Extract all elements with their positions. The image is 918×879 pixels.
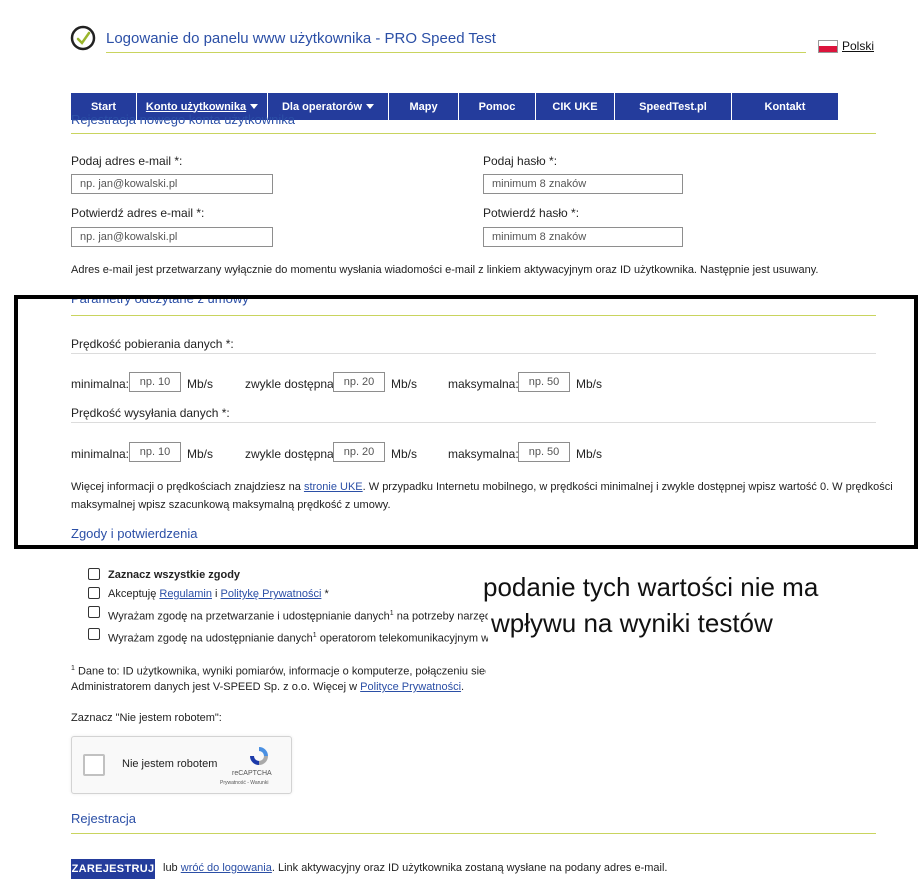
footnote-text2: Administratorem danych jest V-SPEED Sp. … xyxy=(71,681,361,693)
consent-sharing-label: Wyrażam zgodę na udostępnianie danych1 o… xyxy=(108,629,488,646)
select-all-checkbox[interactable] xyxy=(88,568,100,580)
nav-item-help[interactable]: Pomoc xyxy=(459,93,536,120)
consent-processing-label: Wyrażam zgodę na przetwarzanie i udostęp… xyxy=(108,607,488,624)
consent-sharing-checkbox[interactable] xyxy=(88,628,100,640)
submit-section-title: Rejestracja xyxy=(71,811,137,826)
footnote-line1: 1 Dane to: ID użytkownika, wyniki pomiar… xyxy=(71,662,486,679)
registration-page: Logowanie do panelu www użytkownika - PR… xyxy=(0,0,918,879)
nav-item-maps[interactable]: Mapy xyxy=(389,93,459,120)
registration-section-title: Rejestracja nowego konta użytkownika xyxy=(71,112,296,127)
highlight-frame xyxy=(14,295,918,549)
back-to-login-link[interactable]: wróć do logowania xyxy=(181,862,272,874)
password-field[interactable] xyxy=(483,174,683,194)
consent2-prefix: Wyrażam zgodę na udostępnianie danych xyxy=(108,632,313,645)
email-confirm-label: Potwierdź adres e-mail *: xyxy=(71,206,205,220)
select-all-label: Zaznacz wszystkie zgody xyxy=(108,569,241,581)
consent1-prefix: Wyrażam zgodę na przetwarzanie i udostęp… xyxy=(108,610,390,623)
footnote-text1: Dane to: ID użytkownika, wyniki pomiarów… xyxy=(74,665,486,678)
consent2-suffix: operatorom telekomunikacyjnym w cel xyxy=(316,632,488,645)
footnote-line2: Administratorem danych jest V-SPEED Sp. … xyxy=(71,681,464,694)
accept-prefix: Akceptuję xyxy=(108,588,160,600)
recaptcha-logo-icon xyxy=(248,745,270,767)
password-confirm-label: Potwierdź hasło *: xyxy=(483,206,580,220)
privacy-policy-footnote-link[interactable]: Polityce Prywatności xyxy=(360,681,461,693)
section-rule xyxy=(71,133,876,134)
recaptcha-label: Nie jestem robotem xyxy=(122,758,218,770)
nav-item-speedtest[interactable]: SpeedTest.pl xyxy=(615,93,732,120)
password-confirm-field[interactable] xyxy=(483,227,683,247)
submit-or: lub xyxy=(163,862,181,874)
email-field[interactable] xyxy=(71,174,273,194)
password-label: Podaj hasło *: xyxy=(483,154,558,168)
accept-suffix: * xyxy=(321,588,329,600)
register-button[interactable]: ZAREJESTRUJ xyxy=(71,859,155,879)
recaptcha-brand: reCAPTCHA xyxy=(232,770,272,777)
footnote-end: . xyxy=(461,681,465,693)
annotation-line2: wpływu na wyniki testów xyxy=(491,608,773,638)
chevron-down-icon xyxy=(366,104,375,109)
chevron-down-icon xyxy=(250,104,259,109)
header-rule xyxy=(106,52,806,53)
captcha-prompt: Zaznacz "Nie jestem robotem": xyxy=(71,712,222,724)
privacy-policy-link[interactable]: Politykę Prywatności xyxy=(221,588,322,600)
speedometer-logo-icon xyxy=(70,25,96,51)
consent-processing-checkbox[interactable] xyxy=(88,606,100,618)
consent1-suffix: na potrzeby narzędzia xyxy=(396,610,488,623)
annotation-line1: podanie tych wartości nie ma xyxy=(483,572,819,602)
submit-note-text: . Link aktywacyjny oraz ID użytkownika z… xyxy=(271,862,668,874)
accept-terms-checkbox[interactable] xyxy=(88,587,100,599)
recaptcha-terms[interactable]: Prywatność - Warunki xyxy=(220,780,268,786)
submit-note: lub wróć do logowania. Link aktywacyjny … xyxy=(163,862,667,875)
email-note: Adres e-mail jest przetwarzany wyłącznie… xyxy=(71,264,819,276)
nav-item-contact[interactable]: Kontakt xyxy=(732,93,838,120)
email-label: Podaj adres e-mail *: xyxy=(71,154,183,168)
page-title: Logowanie do panelu www użytkownika - PR… xyxy=(106,30,496,47)
language-link[interactable]: Polski xyxy=(842,39,874,53)
regulamin-link[interactable]: Regulamin xyxy=(159,588,212,600)
nav-item-cik-uke[interactable]: CIK UKE xyxy=(536,93,615,120)
section-rule xyxy=(71,833,876,834)
accept-and: i xyxy=(211,588,221,600)
polish-flag-icon[interactable] xyxy=(818,40,838,53)
recaptcha-widget: Nie jestem robotem reCAPTCHA Prywatność … xyxy=(71,736,292,794)
recaptcha-checkbox[interactable] xyxy=(83,754,105,776)
email-confirm-field[interactable] xyxy=(71,227,273,247)
accept-terms-label: Akceptuję Regulamin i Politykę Prywatnoś… xyxy=(108,588,329,601)
